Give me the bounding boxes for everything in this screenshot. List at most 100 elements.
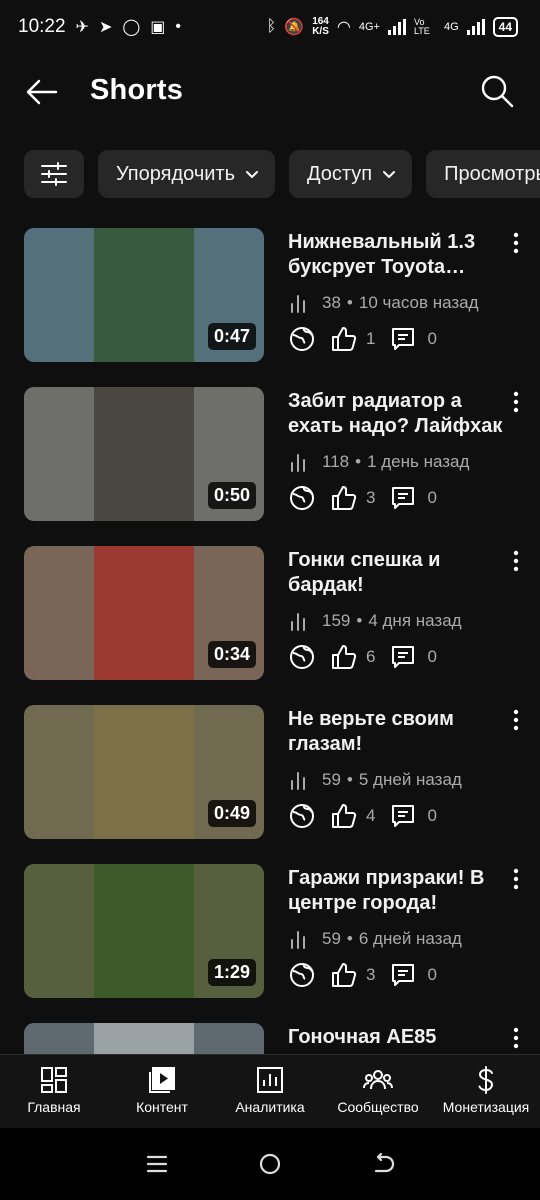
like-icon (332, 645, 357, 669)
video-title[interactable]: Гоночная AE85 (288, 1025, 504, 1050)
nav-monetization[interactable]: Монетизация (432, 1055, 540, 1128)
video-row[interactable]: 0:49 Не верьте своим глазам! 59 • 5 дней… (0, 705, 540, 864)
signal-icon (387, 19, 406, 35)
visibility-dropdown[interactable]: Доступ (289, 150, 413, 198)
video-title[interactable]: Гонки спешка и бардак! (288, 548, 504, 598)
globe-icon (290, 645, 314, 669)
dashboard-icon (41, 1067, 67, 1093)
app-header: Shorts (0, 54, 540, 130)
comment-icon (392, 964, 415, 986)
analytics-icon (257, 1067, 283, 1093)
globe-icon (290, 804, 314, 828)
video-title[interactable]: Забит радиатор а ехать надо? Лайфхак (288, 389, 504, 439)
back-arrow-icon[interactable] (24, 74, 60, 110)
video-thumbnail[interactable]: 0:50 (24, 387, 264, 521)
status-bar: 10:22 ✈ ➤ ◯ ▣ • ᛒ 🔕 164 K/S ◠ 4G+ Vo LTE… (0, 0, 540, 54)
notification-icon: ✈ (75, 19, 89, 36)
like-icon (332, 804, 357, 828)
view-count: 159 (322, 611, 351, 630)
more-vert-icon[interactable] (508, 550, 524, 572)
video-thumbnail[interactable]: 0:34 (24, 546, 264, 680)
more-vert-icon[interactable] (508, 232, 524, 254)
video-row[interactable]: 0:34 Гонки спешка и бардак! 159 • 4 дня … (0, 546, 540, 705)
comment-count: 0 (427, 806, 437, 825)
video-duration: 0:49 (207, 800, 256, 827)
like-count: 3 (366, 488, 376, 507)
bottom-navigation: Главная Контент Аналитика Сообщество Мон… (0, 1054, 540, 1128)
video-thumbnail[interactable]: 0:47 (24, 228, 264, 362)
video-meta: 38 • 10 часов назад (288, 292, 479, 314)
nav-community[interactable]: Сообщество (324, 1055, 432, 1128)
meta-separator: • (355, 452, 362, 471)
nav-label: Монетизация (442, 1099, 530, 1115)
upload-age: 4 дня назад (368, 611, 462, 630)
meta-separator: • (356, 611, 363, 630)
video-row[interactable]: 0:47 Нижневальный 1.3 буксрует Toyota Cr… (0, 228, 540, 387)
video-list: 0:47 Нижневальный 1.3 буксрует Toyota Cr… (0, 228, 540, 1054)
view-count: 59 (322, 770, 341, 789)
like-count: 6 (366, 647, 376, 666)
video-row[interactable]: 0:50 Забит радиатор а ехать надо? Лайфха… (0, 387, 540, 546)
comment-icon (392, 328, 415, 350)
upload-age: 6 дней назад (358, 929, 462, 948)
nav-analytics[interactable]: Аналитика (216, 1055, 324, 1128)
home-icon[interactable] (257, 1151, 283, 1177)
comment-count: 0 (427, 488, 437, 507)
more-vert-icon[interactable] (508, 868, 524, 890)
meta-separator: • (346, 929, 353, 948)
video-thumbnail[interactable]: 1:29 (24, 864, 264, 998)
filter-settings-button[interactable] (24, 150, 84, 198)
video-thumbnail[interactable] (24, 1023, 264, 1054)
more-vert-icon[interactable] (508, 709, 524, 731)
signal-icon (466, 19, 485, 35)
comment-icon (392, 646, 415, 668)
video-title[interactable]: Гаражи призраки! В центре города! (288, 866, 504, 916)
video-stats: 3 0 (288, 483, 437, 513)
like-icon (332, 963, 357, 987)
globe-icon (290, 963, 314, 987)
view-count: 118 (322, 452, 350, 471)
video-title[interactable]: Не верьте своим глазам! (288, 707, 504, 757)
sort-dropdown[interactable]: Упорядочить (98, 150, 276, 198)
network-label: 4G (443, 21, 459, 33)
nav-label: Аналитика (235, 1099, 305, 1115)
comment-count: 0 (427, 329, 437, 348)
network-label: 4G+ (358, 21, 380, 33)
nav-content[interactable]: Контент (108, 1055, 216, 1128)
video-stats: 6 0 (288, 642, 437, 672)
meta-separator: • (346, 293, 353, 312)
video-row[interactable]: Гоночная AE85 (0, 1023, 540, 1054)
search-icon[interactable] (478, 72, 516, 110)
video-title[interactable]: Нижневальный 1.3 буксрует Toyota Crown (288, 230, 504, 280)
video-thumbnail[interactable]: 0:49 (24, 705, 264, 839)
video-duration: 0:50 (207, 482, 256, 509)
upload-age: 10 часов назад (358, 293, 479, 312)
views-dropdown[interactable]: Просмотры (426, 150, 540, 198)
nav-dashboard[interactable]: Главная (0, 1055, 108, 1128)
community-icon (363, 1070, 393, 1090)
back-icon[interactable] (370, 1151, 396, 1177)
video-stats: 3 0 (288, 960, 437, 990)
globe-icon (290, 327, 314, 351)
recent-apps-icon[interactable] (144, 1151, 170, 1177)
video-duration: 0:34 (207, 641, 256, 668)
views-icon (291, 454, 305, 472)
comment-icon (392, 487, 415, 509)
meta-separator: • (346, 770, 353, 789)
volte-label: Vo LTE (413, 17, 430, 36)
video-row[interactable]: 1:29 Гаражи призраки! В центре города! 5… (0, 864, 540, 1023)
views-label: Просмотры (444, 162, 540, 185)
chevron-down-icon (246, 171, 259, 178)
more-vert-icon[interactable] (508, 1027, 524, 1049)
comment-count: 0 (427, 965, 437, 984)
thumbnail-frame (94, 864, 194, 998)
thumbnail-frame (94, 546, 194, 680)
more-vert-icon[interactable] (508, 391, 524, 413)
video-meta: 59 • 5 дней назад (288, 769, 462, 791)
content-icon (149, 1067, 175, 1093)
notification-icon: ▣ (150, 19, 166, 36)
like-icon (332, 486, 357, 510)
upload-age: 5 дней назад (358, 770, 462, 789)
chevron-down-icon (383, 171, 396, 178)
video-stats: 4 0 (288, 801, 437, 831)
